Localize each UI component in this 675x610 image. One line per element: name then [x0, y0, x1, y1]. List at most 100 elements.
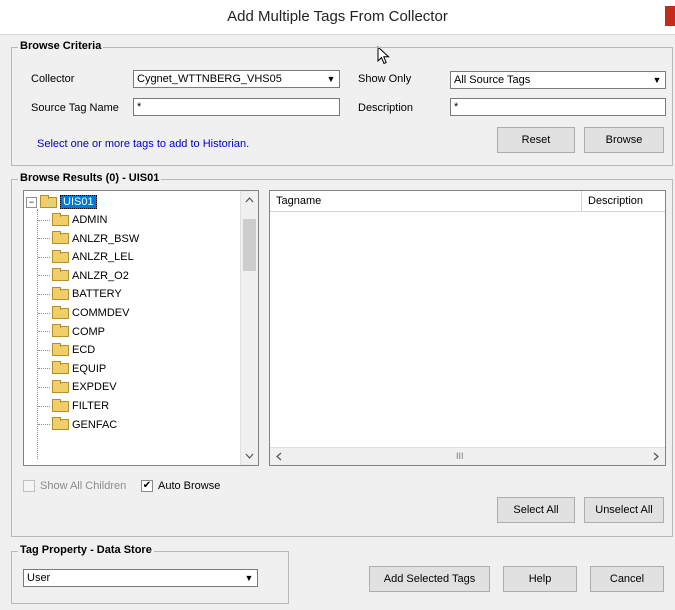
- tree-connector: [38, 386, 50, 388]
- tree-item[interactable]: BATTERY: [38, 285, 122, 303]
- tree-item-label: COMMDEV: [72, 307, 130, 319]
- tree-item-label: ANLZR_LEL: [72, 251, 134, 264]
- tree-item-label: EXPDEV: [72, 381, 117, 394]
- tree-connector: [38, 219, 50, 221]
- tag-list[interactable]: Tagname Description III: [269, 190, 666, 466]
- collapse-icon[interactable]: −: [26, 196, 37, 208]
- folder-icon: [52, 417, 69, 431]
- title-bar[interactable]: Add Multiple Tags From Collector: [0, 0, 675, 35]
- tree-item-label: BATTERY: [72, 288, 122, 301]
- tree-item-label: GENFAC: [72, 418, 118, 431]
- folder-icon: [52, 286, 69, 300]
- tree-item-label: ANLZR_O2: [72, 269, 129, 282]
- auto-browse-checkbox[interactable]: ✔: [141, 480, 153, 492]
- folder-icon: [52, 379, 69, 393]
- tag-property-title: Tag Property - Data Store: [18, 544, 154, 556]
- dropdown-arrow-icon[interactable]: ▼: [242, 571, 256, 585]
- folder-icon: [52, 249, 69, 263]
- source-tag-label: Source Tag Name: [31, 102, 119, 114]
- folder-icon: [52, 398, 69, 412]
- tree-item[interactable]: COMP: [38, 323, 105, 341]
- tree-item[interactable]: EXPDEV: [38, 378, 117, 396]
- folder-icon: [52, 342, 69, 356]
- scroll-down-icon[interactable]: [241, 448, 258, 465]
- tag-tree[interactable]: − UIS01 ADMIN ANLZR_BSW ANLZR_LEL ANLZR_O2 B…: [23, 190, 259, 466]
- scroll-left-icon[interactable]: [270, 448, 287, 465]
- dropdown-arrow-icon[interactable]: ▼: [324, 72, 338, 86]
- scroll-up-icon[interactable]: [241, 191, 258, 208]
- show-only-value: All Source Tags: [454, 74, 531, 86]
- select-all-button[interactable]: Select All: [497, 497, 575, 523]
- browse-criteria-title: Browse Criteria: [18, 40, 104, 52]
- reset-button[interactable]: Reset: [497, 127, 575, 153]
- folder-icon: [52, 361, 69, 375]
- close-icon[interactable]: [665, 6, 675, 26]
- tree-item[interactable]: ADMIN: [38, 211, 107, 229]
- folder-icon: [52, 231, 69, 245]
- collector-value: Cygnet_WTTNBERG_VHS05: [137, 73, 282, 85]
- tree-item[interactable]: ANLZR_O2: [38, 267, 129, 285]
- folder-icon: [52, 268, 69, 282]
- scrollbar-grip[interactable]: III: [456, 451, 464, 461]
- tree-connector: [38, 424, 50, 426]
- cancel-button[interactable]: Cancel: [590, 566, 664, 592]
- description-input[interactable]: *: [450, 98, 666, 116]
- show-all-children-label: Show All Children: [40, 480, 127, 492]
- help-button[interactable]: Help: [503, 566, 577, 592]
- tree-connector: [38, 331, 50, 333]
- tree-connector: [38, 312, 50, 314]
- column-header-tagname[interactable]: Tagname: [276, 195, 321, 207]
- browse-button[interactable]: Browse: [584, 127, 664, 153]
- folder-icon: [52, 324, 69, 338]
- collector-dropdown[interactable]: Cygnet_WTTNBERG_VHS05 ▼: [133, 70, 340, 88]
- tree-item-label: ECD: [72, 344, 96, 357]
- column-header-description[interactable]: Description: [588, 195, 643, 207]
- tree-connector: [38, 275, 50, 277]
- tree-connector: [38, 256, 50, 258]
- hint-text: Select one or more tags to add to Histor…: [37, 138, 250, 150]
- show-all-children-checkbox[interactable]: [23, 480, 35, 492]
- tree-root[interactable]: − UIS01: [26, 193, 97, 211]
- unselect-all-button[interactable]: Unselect All: [584, 497, 664, 523]
- folder-icon: [40, 194, 57, 208]
- tree-item-label: FILTER: [72, 400, 110, 412]
- dropdown-arrow-icon[interactable]: ▼: [650, 73, 664, 87]
- tree-connector: [38, 293, 50, 295]
- add-selected-tags-button[interactable]: Add Selected Tags: [369, 566, 490, 592]
- tree-vertical-scrollbar[interactable]: [240, 191, 258, 465]
- show-only-label: Show Only: [358, 73, 412, 85]
- checkmark-icon: ✔: [142, 480, 152, 491]
- browse-results-title: Browse Results (0) - UIS01: [18, 172, 162, 184]
- tree-item-label: COMP: [72, 325, 105, 338]
- collector-label: Collector: [31, 73, 75, 85]
- description-label: Description: [358, 102, 414, 114]
- scrollbar-thumb[interactable]: [243, 219, 256, 271]
- source-tag-input[interactable]: *: [133, 98, 340, 116]
- tree-item[interactable]: EQUIP: [38, 360, 106, 378]
- data-store-dropdown[interactable]: User ▼: [23, 569, 258, 587]
- dialog-window: Add Multiple Tags From Collector Browse …: [0, 0, 675, 610]
- tree-item[interactable]: FILTER: [38, 397, 109, 415]
- auto-browse-label: Auto Browse: [158, 480, 221, 492]
- folder-icon: [52, 305, 69, 319]
- list-horizontal-scrollbar[interactable]: III: [270, 447, 665, 465]
- tree-item-label: ADMIN: [72, 214, 108, 226]
- tree-item[interactable]: ANLZR_LEL: [38, 248, 134, 266]
- scroll-right-icon[interactable]: [648, 448, 665, 465]
- tree-item[interactable]: ECD: [38, 341, 95, 359]
- tree-item[interactable]: ANLZR_BSW: [38, 230, 139, 248]
- tree-connector: [38, 238, 50, 240]
- window-title: Add Multiple Tags From Collector: [227, 8, 448, 25]
- tree-item[interactable]: COMMDEV: [38, 304, 129, 322]
- tree-connector: [38, 368, 50, 370]
- data-store-value: User: [27, 572, 51, 584]
- folder-icon: [52, 212, 69, 226]
- column-divider[interactable]: [581, 191, 582, 211]
- tree-connector: [38, 405, 50, 407]
- show-only-dropdown[interactable]: All Source Tags ▼: [450, 71, 666, 89]
- tree-item-label: ANLZR_BSW: [72, 232, 140, 245]
- tree-root-label: UIS01: [60, 195, 97, 209]
- tree-item[interactable]: GENFAC: [38, 416, 117, 434]
- tree-item-label: EQUIP: [72, 362, 107, 375]
- tree-connector: [38, 349, 50, 351]
